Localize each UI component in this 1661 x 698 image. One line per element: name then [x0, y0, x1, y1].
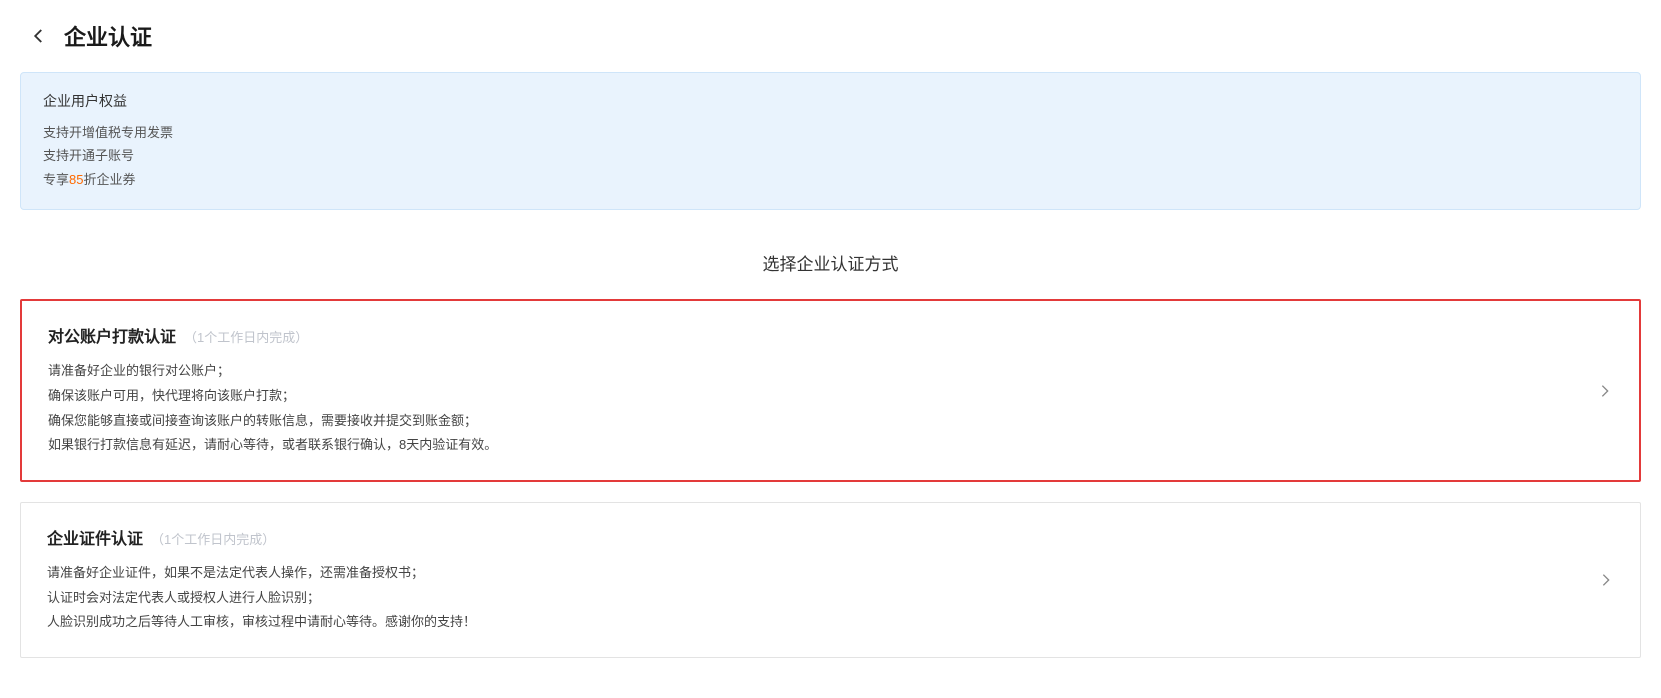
- back-arrow-icon[interactable]: [30, 27, 48, 45]
- option-description: 请准备好企业的银行对公账户；确保该账户可用，快代理将向该账户打款；确保您能够直接…: [48, 359, 1613, 458]
- benefits-title: 企业用户权益: [43, 91, 1618, 111]
- chevron-right-icon: [1597, 379, 1613, 403]
- option-card-bank-transfer[interactable]: 对公账户打款认证 （1个工作日内完成） 请准备好企业的银行对公账户；确保该账户可用，…: [20, 299, 1641, 482]
- option-heading: 对公账户打款认证 （1个工作日内完成）: [48, 323, 1613, 347]
- option-card-document[interactable]: 企业证件认证 （1个工作日内完成） 请准备好企业证件，如果不是法定代表人操作，还需准…: [20, 502, 1641, 658]
- option-title: 对公账户打款认证: [48, 323, 176, 347]
- options-container: 对公账户打款认证 （1个工作日内完成） 请准备好企业的银行对公账户；确保该账户可用，…: [20, 299, 1641, 658]
- section-title: 选择企业认证方式: [20, 250, 1641, 275]
- option-desc-line: 人脸识别成功之后等待人工审核，审核过程中请耐心等待。感谢你的支持！: [47, 610, 1614, 635]
- option-title: 企业证件认证: [47, 525, 143, 549]
- benefit-text: 折企业券: [83, 172, 135, 187]
- option-desc-line: 如果银行打款信息有延迟，请耐心等待，或者联系银行确认，8天内验证有效。: [48, 433, 1613, 458]
- option-desc-line: 请准备好企业的银行对公账户；: [48, 359, 1613, 384]
- benefit-prefix: 专享: [43, 172, 69, 187]
- benefit-line: 支持开通子账号: [43, 144, 1618, 167]
- page-title: 企业认证: [64, 20, 152, 52]
- option-heading: 企业证件认证 （1个工作日内完成）: [47, 525, 1614, 549]
- option-note: （1个工作日内完成）: [184, 327, 308, 346]
- option-desc-line: 确保您能够直接或间接查询该账户的转账信息，需要接收并提交到账金额；: [48, 409, 1613, 434]
- option-desc-line: 请准备好企业证件，如果不是法定代表人操作，还需准备授权书；: [47, 561, 1614, 586]
- benefit-highlight: 85: [69, 172, 83, 187]
- benefit-line: 支持开增值税专用发票: [43, 121, 1618, 144]
- option-description: 请准备好企业证件，如果不是法定代表人操作，还需准备授权书；认证时会对法定代表人或…: [47, 561, 1614, 635]
- option-desc-line: 确保该账户可用，快代理将向该账户打款；: [48, 384, 1613, 409]
- option-note: （1个工作日内完成）: [151, 529, 275, 548]
- page-header: 企业认证: [20, 20, 1641, 52]
- chevron-right-icon: [1598, 568, 1614, 592]
- benefit-line: 专享85折企业券: [43, 168, 1618, 191]
- benefits-list: 支持开增值税专用发票支持开通子账号专享85折企业券: [43, 121, 1618, 191]
- option-desc-line: 认证时会对法定代表人或授权人进行人脸识别；: [47, 586, 1614, 611]
- benefits-box: 企业用户权益 支持开增值税专用发票支持开通子账号专享85折企业券: [20, 72, 1641, 210]
